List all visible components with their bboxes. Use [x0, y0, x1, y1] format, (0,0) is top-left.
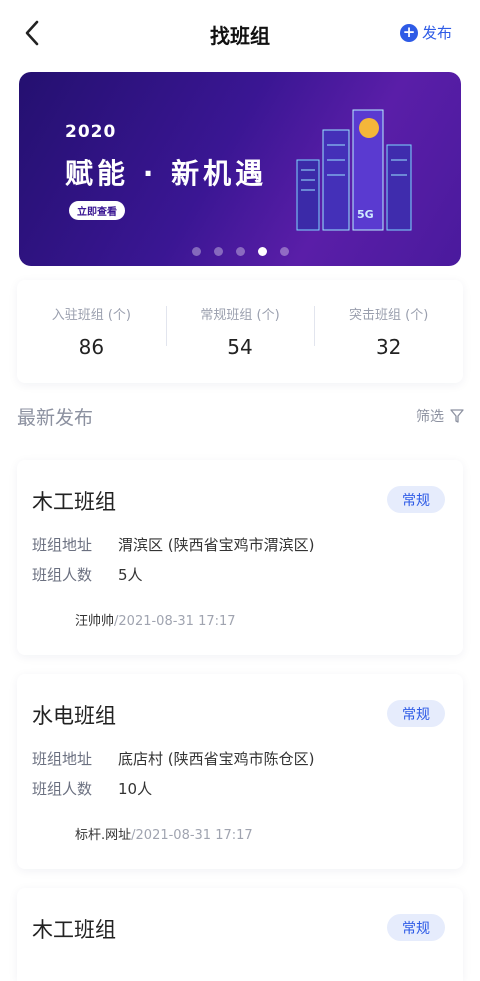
address-value: 底店村 (陕西省宝鸡市陈仓区) [118, 750, 315, 768]
author-name: 标杆.网址 [75, 828, 132, 843]
post-meta: 标杆.网址/2021-08-31 17:17 [75, 824, 253, 843]
publish-label: 发布 [421, 24, 452, 42]
banner-year: 2020 [65, 122, 117, 142]
team-name: 水电班组 [32, 704, 116, 728]
stats-panel: 入驻班组 (个) 86 常规班组 (个) 54 突击班组 (个) 32 [17, 280, 463, 383]
publish-button[interactable]: + 发布 [399, 22, 452, 43]
team-card[interactable]: 木工班组 常规 [17, 888, 463, 981]
stat-label: 入驻班组 (个) [51, 308, 131, 323]
team-name: 木工班组 [32, 490, 116, 514]
stat-value: 54 [227, 335, 253, 359]
carousel-dot-active[interactable] [257, 247, 267, 256]
carousel-dot[interactable] [279, 247, 289, 256]
stat-label: 常规班组 (个) [200, 308, 280, 323]
team-type-badge: 常规 [387, 700, 445, 727]
post-time: /2021-08-31 17:17 [131, 828, 253, 843]
banner-cta-button[interactable]: 立即查看 [69, 201, 125, 220]
carousel-dot[interactable] [191, 247, 201, 256]
filter-button[interactable]: 筛选 [416, 406, 464, 426]
section-title: 最新发布 [17, 407, 94, 429]
filter-icon [450, 409, 464, 423]
address-row: 班组地址 渭滨区 (陕西省宝鸡市渭滨区) [32, 534, 314, 555]
stat-regular[interactable]: 常规班组 (个) 54 [165, 304, 315, 359]
banner-slogan: 赋能 · 新机遇 [65, 157, 268, 190]
count-row: 班组人数 10人 [32, 778, 152, 799]
top-nav-bar: 找班组 + 发布 [0, 0, 480, 66]
carousel-dots[interactable] [19, 247, 461, 256]
banner-badge: 5G [357, 208, 374, 221]
author-name: 汪帅帅 [75, 614, 115, 629]
carousel-dot[interactable] [213, 247, 223, 256]
post-time: /2021-08-31 17:17 [114, 614, 236, 629]
stat-value: 86 [78, 335, 105, 359]
count-value: 5人 [118, 566, 143, 584]
count-label: 班组人数 [32, 566, 93, 584]
count-row: 班组人数 5人 [32, 564, 143, 585]
post-meta: 汪帅帅/2021-08-31 17:17 [75, 610, 236, 629]
promo-banner[interactable]: 2020 赋能 · 新机遇 立即查看 5G [19, 72, 461, 266]
team-card[interactable]: 木工班组 常规 班组地址 渭滨区 (陕西省宝鸡市渭滨区) 班组人数 5人 汪帅帅… [17, 460, 463, 655]
stat-label: 突击班组 (个) [349, 308, 429, 323]
plus-circle-icon: + [399, 23, 418, 42]
carousel-dot[interactable] [235, 247, 245, 256]
stat-value: 32 [375, 335, 402, 359]
stat-settled[interactable]: 入驻班组 (个) 86 [17, 304, 166, 359]
team-name: 木工班组 [32, 918, 116, 942]
address-value: 渭滨区 (陕西省宝鸡市渭滨区) [118, 536, 315, 554]
address-label: 班组地址 [32, 536, 93, 554]
filter-label: 筛选 [416, 409, 444, 425]
address-label: 班组地址 [32, 750, 93, 768]
team-type-badge: 常规 [387, 914, 445, 941]
city-illustration: 5G [296, 109, 412, 231]
address-row: 班组地址 底店村 (陕西省宝鸡市陈仓区) [32, 748, 314, 769]
team-type-badge: 常规 [387, 486, 445, 513]
stat-assault[interactable]: 突击班组 (个) 32 [314, 304, 463, 359]
count-label: 班组人数 [32, 780, 93, 798]
count-value: 10人 [118, 780, 153, 798]
team-card[interactable]: 水电班组 常规 班组地址 底店村 (陕西省宝鸡市陈仓区) 班组人数 10人 标杆… [17, 674, 463, 869]
